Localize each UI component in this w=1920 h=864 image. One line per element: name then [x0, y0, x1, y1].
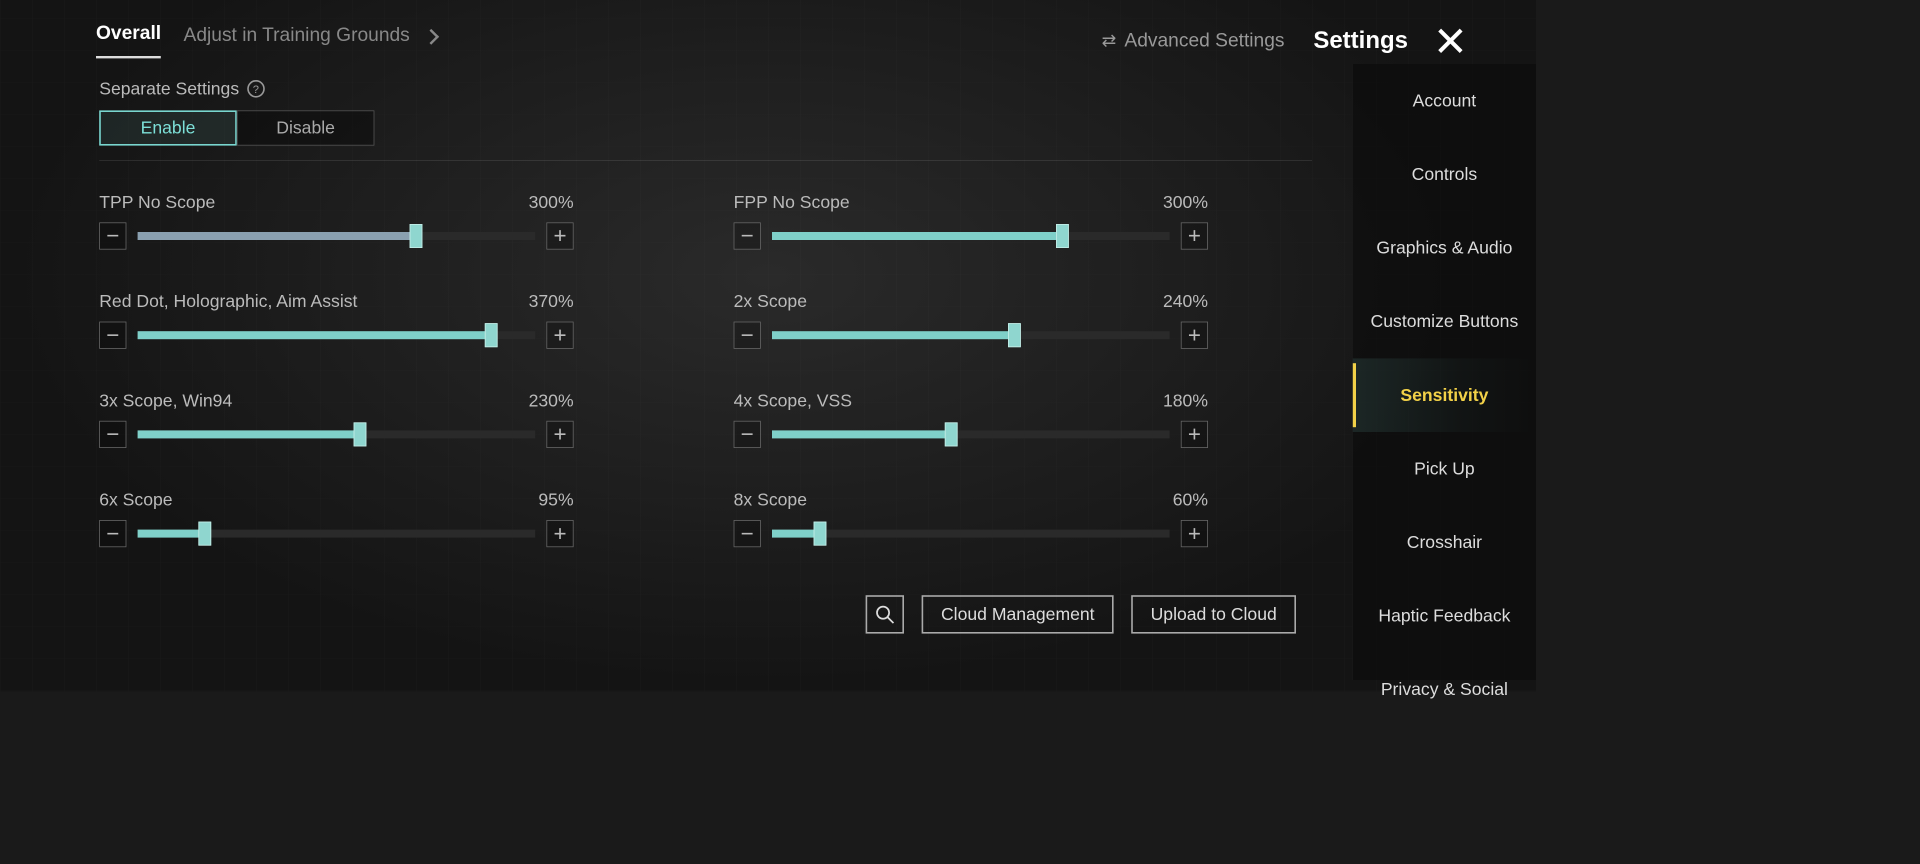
slider-block: Red Dot, Holographic, Aim Assist 370% − …: [99, 291, 573, 349]
sidebar-item[interactable]: Sensitivity: [1353, 358, 1536, 432]
slider-fill: [138, 232, 416, 240]
slider-track[interactable]: [772, 430, 1170, 438]
sidebar-item[interactable]: Controls: [1353, 138, 1536, 212]
sidebar-item[interactable]: Account: [1353, 64, 1536, 138]
slider-label: 6x Scope: [99, 490, 172, 511]
slider-thumb[interactable]: [1008, 323, 1021, 347]
separate-settings-label: Separate Settings: [99, 78, 239, 99]
slider-fill: [138, 331, 492, 339]
slider-fill: [138, 530, 206, 538]
slider-block: FPP No Scope 300% − +: [734, 192, 1208, 250]
plus-button[interactable]: +: [1181, 421, 1208, 448]
sidebar-item[interactable]: Graphics & Audio: [1353, 211, 1536, 285]
plus-button[interactable]: +: [546, 421, 573, 448]
tab-training-grounds[interactable]: Adjust in Training Grounds: [184, 24, 410, 58]
help-icon[interactable]: ?: [247, 80, 265, 98]
plus-button[interactable]: +: [1181, 520, 1208, 547]
slider-value: 240%: [1163, 291, 1208, 312]
minus-button[interactable]: −: [734, 322, 761, 349]
minus-button[interactable]: −: [99, 222, 126, 249]
slider-track[interactable]: [772, 530, 1170, 538]
slider-track[interactable]: [138, 530, 536, 538]
slider-block: 6x Scope 95% − +: [99, 490, 573, 548]
minus-button[interactable]: −: [99, 421, 126, 448]
settings-sidebar: AccountControlsGraphics & AudioCustomize…: [1352, 64, 1536, 680]
slider-value: 60%: [1173, 490, 1208, 511]
sidebar-item[interactable]: Privacy & Social: [1353, 653, 1536, 727]
plus-button[interactable]: +: [1181, 322, 1208, 349]
minus-button[interactable]: −: [734, 222, 761, 249]
slider-label: 2x Scope: [734, 291, 807, 312]
advanced-settings-label: Advanced Settings: [1124, 29, 1284, 51]
slider-fill: [772, 232, 1062, 240]
tab-overall[interactable]: Overall: [96, 22, 161, 58]
separate-settings-toggle: Enable Disable: [99, 110, 1320, 145]
settings-title: Settings: [1313, 27, 1408, 54]
sidebar-item[interactable]: Haptic Feedback: [1353, 579, 1536, 653]
search-button[interactable]: [866, 595, 904, 633]
upload-to-cloud-button[interactable]: Upload to Cloud: [1131, 595, 1296, 633]
slider-fill: [772, 430, 951, 438]
slider-fill: [772, 331, 1015, 339]
main-panel: Separate Settings ? Enable Disable TPP N…: [80, 64, 1336, 648]
enable-button[interactable]: Enable: [99, 110, 237, 145]
slider-block: 3x Scope, Win94 230% − +: [99, 390, 573, 448]
slider-value: 300%: [529, 192, 574, 213]
slider-thumb[interactable]: [1056, 224, 1069, 248]
cloud-management-button[interactable]: Cloud Management: [922, 595, 1114, 633]
top-bar: Overall Adjust in Training Grounds ⇄ Adv…: [96, 22, 1464, 58]
slider-thumb[interactable]: [813, 522, 826, 546]
slider-label: 3x Scope, Win94: [99, 390, 232, 411]
slider-value: 300%: [1163, 192, 1208, 213]
slider-thumb[interactable]: [485, 323, 498, 347]
minus-button[interactable]: −: [734, 520, 761, 547]
slider-thumb[interactable]: [410, 224, 423, 248]
chevron-right-icon: [423, 28, 439, 44]
slider-value: 230%: [529, 390, 574, 411]
slider-track[interactable]: [138, 430, 536, 438]
advanced-settings-link[interactable]: ⇄ Advanced Settings: [1102, 29, 1285, 51]
slider-track[interactable]: [772, 331, 1170, 339]
slider-value: 95%: [538, 490, 573, 511]
slider-track[interactable]: [138, 232, 536, 240]
minus-button[interactable]: −: [99, 322, 126, 349]
minus-button[interactable]: −: [734, 421, 761, 448]
slider-block: 4x Scope, VSS 180% − +: [734, 390, 1208, 448]
slider-label: 8x Scope: [734, 490, 807, 511]
divider: [99, 160, 1312, 161]
disable-button[interactable]: Disable: [237, 110, 375, 145]
sidebar-item[interactable]: Crosshair: [1353, 506, 1536, 580]
slider-label: TPP No Scope: [99, 192, 215, 213]
slider-block: 2x Scope 240% − +: [734, 291, 1208, 349]
slider-value: 180%: [1163, 390, 1208, 411]
plus-button[interactable]: +: [546, 322, 573, 349]
plus-button[interactable]: +: [546, 520, 573, 547]
plus-button[interactable]: +: [546, 222, 573, 249]
plus-button[interactable]: +: [1181, 222, 1208, 249]
sidebar-item[interactable]: Pick Up: [1353, 432, 1536, 506]
slider-label: 4x Scope, VSS: [734, 390, 852, 411]
slider-track[interactable]: [772, 232, 1170, 240]
minus-button[interactable]: −: [99, 520, 126, 547]
slider-label: Red Dot, Holographic, Aim Assist: [99, 291, 357, 312]
close-icon[interactable]: [1437, 27, 1464, 54]
slider-block: 8x Scope 60% − +: [734, 490, 1208, 548]
slider-thumb[interactable]: [354, 422, 367, 446]
slider-fill: [138, 430, 361, 438]
slider-thumb[interactable]: [199, 522, 212, 546]
slider-thumb[interactable]: [945, 422, 958, 446]
slider-label: FPP No Scope: [734, 192, 850, 213]
slider-track[interactable]: [138, 331, 536, 339]
sidebar-item[interactable]: Customize Buttons: [1353, 285, 1536, 359]
slider-value: 370%: [529, 291, 574, 312]
slider-block: TPP No Scope 300% − +: [99, 192, 573, 250]
search-icon: [875, 604, 896, 625]
swap-icon: ⇄: [1102, 30, 1117, 51]
